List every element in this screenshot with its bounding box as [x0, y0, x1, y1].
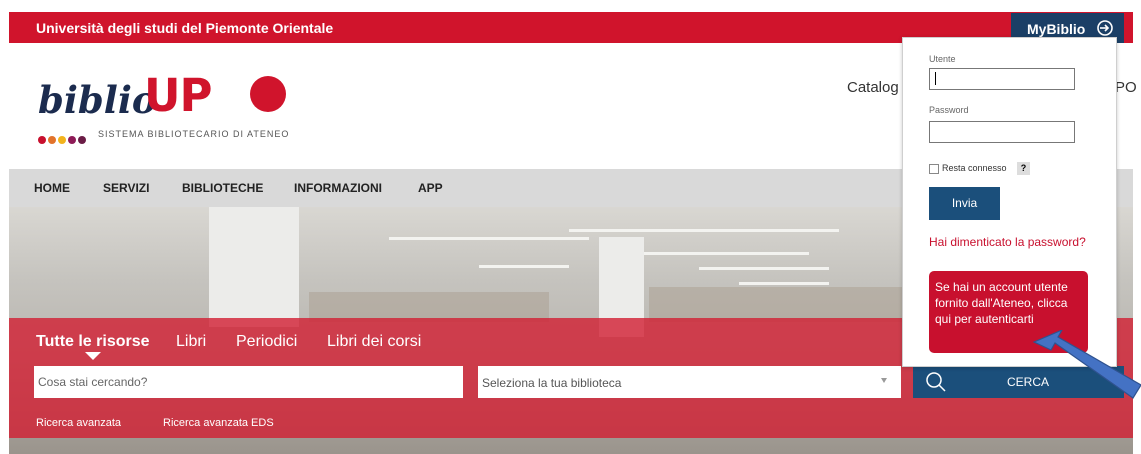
biblioupo-logo[interactable]: biblio UP SISTEMA BIBLIOTECARIO DI ATENE…	[38, 69, 318, 149]
username-label: Utente	[929, 54, 956, 64]
catalog-link[interactable]: Catalog	[847, 79, 899, 96]
advanced-search-link[interactable]: Ricerca avanzata	[36, 417, 121, 429]
chevron-down-icon	[881, 378, 887, 383]
logo-o-mark	[250, 76, 286, 112]
tab-tutte-le-risorse[interactable]: Tutte le risorse	[36, 333, 150, 351]
tab-libri[interactable]: Libri	[176, 333, 206, 351]
nav-home[interactable]: HOME	[34, 181, 70, 195]
mybiblio-label: MyBiblio	[1027, 21, 1086, 37]
logo-dot	[78, 136, 86, 144]
active-tab-indicator	[85, 352, 101, 360]
library-select[interactable]: Seleziona la tua biblioteca	[478, 366, 901, 398]
logo-biblio-text: biblio	[38, 78, 157, 122]
logo-dots	[38, 131, 88, 149]
remember-me-checkbox[interactable]	[929, 164, 939, 174]
search-input[interactable]	[34, 366, 463, 398]
login-panel: Utente Password Resta connesso ? Invia H…	[902, 37, 1117, 367]
logo-dot	[38, 136, 46, 144]
login-submit-button[interactable]: Invia	[929, 187, 1000, 220]
nav-servizi[interactable]: SERVIZI	[103, 181, 149, 195]
logo-dot	[58, 136, 66, 144]
logo-dot	[68, 136, 76, 144]
logo-tagline: SISTEMA BIBLIOTECARIO DI ATENEO	[98, 129, 290, 139]
nav-informazioni[interactable]: INFORMAZIONI	[294, 181, 382, 195]
remember-me-label[interactable]: Resta connesso	[942, 163, 1007, 173]
library-select-value: Seleziona la tua biblioteca	[482, 376, 622, 390]
nav-app[interactable]: APP	[418, 181, 443, 195]
text-cursor	[935, 72, 936, 85]
annotation-arrow	[1032, 330, 1141, 399]
help-icon[interactable]: ?	[1017, 162, 1030, 175]
username-field[interactable]	[929, 68, 1075, 90]
tab-libri-dei-corsi[interactable]: Libri dei corsi	[327, 333, 421, 351]
logo-upo-text: UP	[144, 69, 213, 122]
advanced-search-eds-link[interactable]: Ricerca avanzata EDS	[163, 417, 274, 429]
nav-biblioteche[interactable]: BIBLIOTECHE	[182, 181, 263, 195]
forgot-password-link[interactable]: Hai dimenticato la password?	[929, 234, 1099, 250]
password-field[interactable]	[929, 121, 1075, 143]
password-label: Password	[929, 105, 969, 115]
logo-dot	[48, 136, 56, 144]
tab-periodici[interactable]: Periodici	[236, 333, 297, 351]
upo-link-fragment[interactable]: PO	[1115, 79, 1137, 96]
university-name[interactable]: Università degli studi del Piemonte Orie…	[36, 20, 333, 36]
search-icon	[925, 371, 947, 398]
